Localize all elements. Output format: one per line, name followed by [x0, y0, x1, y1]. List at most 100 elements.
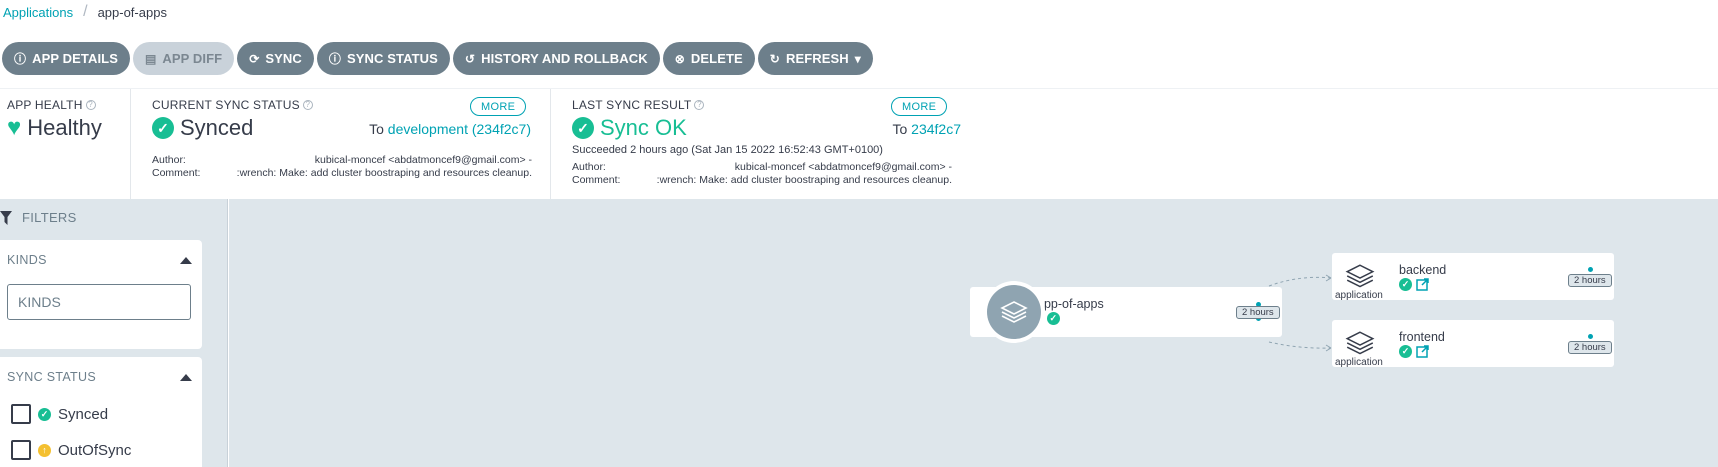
current-sync-more-button[interactable]: MORE [470, 97, 527, 116]
root-app-icon [983, 281, 1045, 343]
current-sync-meta: Author: kubical-moncef <abdatmoncef9@gma… [152, 154, 532, 180]
sync-status-filter-title: SYNC STATUS [7, 370, 96, 384]
node-age-badge: 2 hours [1568, 341, 1612, 354]
app-health-title-text: APP HEALTH [7, 98, 83, 112]
sync-button[interactable]: ⟳ SYNC [237, 42, 314, 75]
current-sync-target: To development (234f2c7) [369, 121, 531, 137]
breadcrumb-current: app-of-apps [97, 4, 167, 20]
history-rollback-button[interactable]: ↺ HISTORY AND ROLLBACK [452, 42, 660, 75]
caret-down-icon: ▾ [854, 51, 861, 66]
author-label: Author: [572, 161, 606, 173]
last-sync-meta: Author: kubical-moncef <abdatmoncef9@gma… [572, 161, 952, 187]
current-sync-text: Synced [180, 115, 254, 140]
last-sync-target: To 234f2c7 [892, 121, 961, 137]
kinds-filter-title: KINDS [7, 253, 47, 267]
node-kind-label: application [1335, 357, 1383, 368]
filter-option-label: OutOfSync [58, 441, 132, 459]
layers-icon [1345, 331, 1375, 355]
last-sync-panel: LAST SYNC RESULT ? ✓ Sync OK MORE To 234… [551, 89, 961, 199]
check-circle-icon: ✓ [38, 407, 51, 421]
filter-option-outofsync[interactable]: ↑ OutOfSync [11, 440, 131, 460]
node-age-badge: 2 hours [1568, 274, 1612, 287]
layers-icon [1000, 301, 1028, 323]
breadcrumb-separator: / [83, 3, 88, 20]
history-icon: ↺ [464, 51, 476, 66]
arrow-up-circle-icon: ↑ [38, 443, 51, 457]
check-circle-icon: ✓ [1399, 345, 1412, 358]
node-name: app-of-apps [1037, 297, 1104, 311]
app-health-panel: APP HEALTH ? ♥ Healthy [0, 89, 131, 199]
current-sync-revision-link[interactable]: development (234f2c7) [388, 121, 531, 137]
check-circle-icon: ✓ [572, 117, 594, 139]
comment-label: Comment: [572, 174, 621, 186]
comment-value: :wrench: Make: add cluster boostraping a… [236, 167, 532, 179]
author-value: kubical-moncef <abdatmoncef9@gmail.com> … [314, 154, 532, 166]
last-sync-revision-link[interactable]: 234f2c7 [911, 121, 961, 137]
sync-status-button[interactable]: ⓘ SYNC STATUS [316, 42, 450, 75]
refresh-button[interactable]: ↻ REFRESH ▾ [757, 42, 873, 75]
checkbox[interactable] [11, 404, 31, 424]
delete-label: DELETE [690, 51, 743, 66]
author-label: Author: [152, 154, 186, 166]
help-icon[interactable]: ? [302, 100, 313, 110]
collapse-caret-icon[interactable] [180, 374, 192, 381]
to-prefix: To [369, 121, 384, 137]
filter-option-label: Synced [58, 405, 109, 423]
checkbox[interactable] [11, 440, 31, 460]
kinds-input[interactable]: KINDS [7, 284, 191, 320]
layers-icon [1345, 264, 1375, 288]
filters-title: FILTERS [22, 210, 77, 225]
app-toolbar: ⓘ APP DETAILS ▤ APP DIFF ⟳ SYNC ⓘ SYNC S… [0, 42, 873, 75]
current-sync-title-text: CURRENT SYNC STATUS [152, 98, 300, 112]
current-sync-panel: CURRENT SYNC STATUS ? ✓ Synced MORE To d… [131, 89, 551, 199]
delete-button[interactable]: ⊗ DELETE [662, 42, 755, 75]
to-prefix: To [892, 121, 908, 137]
delete-circle-icon: ⊗ [674, 51, 685, 66]
app-health-text: Healthy [27, 115, 102, 140]
file-icon: ▤ [144, 51, 157, 66]
last-sync-succeeded: Succeeded 2 hours ago (Sat Jan 15 2022 1… [572, 144, 883, 156]
external-link-icon[interactable] [1416, 278, 1429, 291]
comment-value: :wrench: Make: add cluster boostraping a… [656, 174, 952, 186]
sync-icon: ⟳ [249, 51, 260, 66]
check-circle-icon: ✓ [1046, 312, 1060, 325]
status-strip: APP HEALTH ? ♥ Healthy CURRENT SYNC STAT… [0, 88, 1718, 199]
history-rollback-label: HISTORY AND ROLLBACK [481, 51, 648, 66]
breadcrumb: Applications / app-of-apps [0, 0, 167, 24]
filters-header[interactable]: FILTERS [0, 210, 77, 225]
app-details-label: APP DETAILS [32, 51, 118, 66]
resource-tree-canvas[interactable]: app-of-apps ♥ ✓ 2 hours application back… [229, 199, 1718, 467]
help-icon[interactable]: ? [694, 100, 705, 110]
last-sync-title-text: LAST SYNC RESULT [572, 98, 692, 112]
refresh-icon: ↻ [769, 51, 780, 66]
app-health-value: ♥ Healthy [7, 115, 130, 141]
refresh-label: REFRESH [785, 51, 849, 66]
collapse-caret-icon[interactable] [180, 257, 192, 264]
sync-status-filter-card: SYNC STATUS ✓ Synced ↑ OutOfSync [0, 357, 202, 467]
app-diff-label: APP DIFF [162, 51, 223, 66]
node-status: ✓ [1399, 345, 1429, 358]
app-details-button[interactable]: ⓘ APP DETAILS [2, 42, 130, 75]
node-name: backend [1399, 263, 1447, 277]
breadcrumb-applications-link[interactable]: Applications [0, 5, 73, 20]
info-icon: ⓘ [14, 52, 27, 66]
last-sync-more-button[interactable]: MORE [891, 97, 948, 116]
app-health-title: APP HEALTH ? [7, 98, 130, 112]
sync-status-label: SYNC STATUS [347, 51, 438, 66]
node-kind-label: application [1335, 290, 1383, 301]
kinds-filter-card: KINDS KINDS [0, 240, 202, 349]
app-diff-button[interactable]: ▤ APP DIFF [132, 42, 235, 75]
heart-icon: ♥ [7, 114, 22, 141]
filter-icon [0, 210, 12, 225]
author-value: kubical-moncef <abdatmoncef9@gmail.com> … [734, 161, 952, 173]
check-circle-icon: ✓ [1399, 278, 1412, 291]
filter-option-synced[interactable]: ✓ Synced [11, 404, 108, 424]
comment-label: Comment: [152, 167, 201, 179]
help-icon[interactable]: ? [85, 100, 96, 110]
info-icon: ⓘ [328, 52, 342, 66]
node-name: frontend [1399, 330, 1445, 344]
external-link-icon[interactable] [1416, 345, 1429, 358]
node-age-badge: 2 hours [1236, 306, 1280, 319]
sync-label: SYNC [265, 51, 302, 66]
filters-sidebar: FILTERS KINDS KINDS SYNC STATUS ✓ Synced… [0, 199, 228, 467]
